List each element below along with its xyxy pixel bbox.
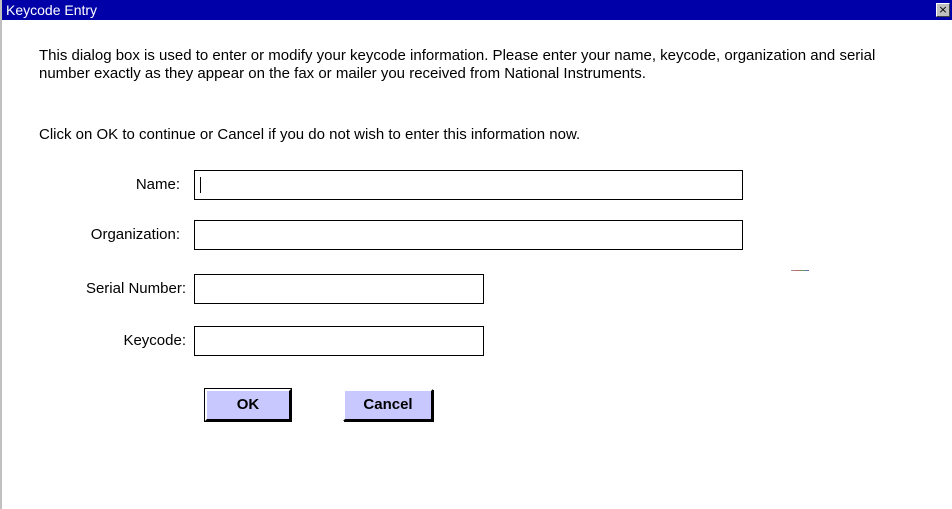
keycode-entry-dialog: Keycode Entry × This dialog box is used … xyxy=(0,0,952,509)
close-icon[interactable]: × xyxy=(936,3,950,17)
organization-input[interactable] xyxy=(194,220,743,250)
organization-label: Organization: xyxy=(90,226,180,243)
window-title: Keycode Entry xyxy=(6,2,98,18)
intro-text: This dialog box is used to enter or modi… xyxy=(39,47,876,82)
name-label: Name: xyxy=(135,176,180,193)
ok-button[interactable]: OK xyxy=(204,388,292,422)
keycode-label: Keycode: xyxy=(123,332,186,349)
instruction-text: Click on OK to continue or Cancel if you… xyxy=(39,126,581,143)
decorative-mark xyxy=(791,270,809,271)
name-input[interactable] xyxy=(194,170,743,200)
keycode-input[interactable] xyxy=(194,326,484,356)
text-caret xyxy=(200,177,201,193)
cancel-button[interactable]: Cancel xyxy=(343,389,433,421)
serial-number-input[interactable] xyxy=(194,274,484,304)
serial-number-label: Serial Number: xyxy=(85,280,186,297)
title-bar[interactable]: Keycode Entry × xyxy=(2,0,952,20)
